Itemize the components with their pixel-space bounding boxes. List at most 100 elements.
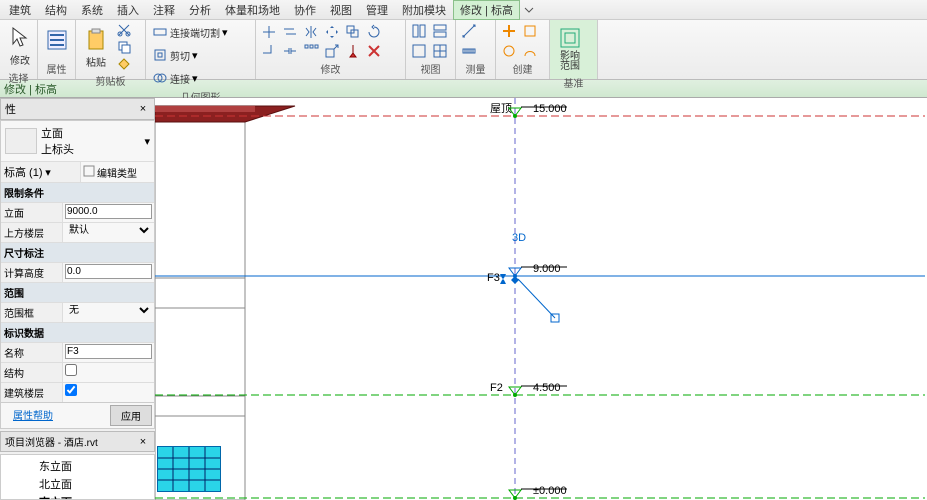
type-selector[interactable]: 立面 上标头	[41, 125, 140, 157]
prop-key: 上方楼层	[1, 223, 63, 242]
svg-text:屋顶: 屋顶	[490, 102, 512, 115]
close-icon[interactable]: ×	[136, 435, 150, 449]
rotate-button[interactable]	[365, 24, 383, 40]
svg-text:4.500: 4.500	[533, 382, 561, 394]
properties-panel-title: 性	[5, 101, 16, 117]
prop-value-checkbox[interactable]	[65, 384, 77, 396]
context-tab-label: 修改 | 标高	[4, 81, 57, 97]
dropdown-icon[interactable]: ▾	[45, 167, 51, 179]
group-measure-label: 测量	[460, 60, 491, 77]
prop-value-input[interactable]	[65, 264, 152, 279]
modify-tool-button[interactable]: 修改	[4, 22, 36, 69]
prop-category: 尺寸标注	[1, 243, 154, 262]
browser-panel-header[interactable]: 项目浏览器 - 酒店.rvt ×	[0, 431, 155, 452]
create-btn-3[interactable]	[500, 43, 518, 59]
prop-category: 限制条件	[1, 183, 154, 202]
properties-button[interactable]	[42, 25, 74, 57]
project-browser: 东立面 北立面 南立面 西立面⊞ 图例⊞ 明细表/数量⊟ 图纸 (全部)⊞ 00…	[0, 454, 155, 500]
group-props-label: 属性	[42, 60, 71, 77]
properties-icon	[44, 27, 72, 55]
scale-button[interactable]	[323, 43, 341, 59]
cut-geom-button[interactable]: 剪切▾	[150, 45, 200, 65]
dropdown-icon[interactable]: ▾	[144, 135, 150, 148]
group-create-label: 创建	[500, 60, 545, 77]
offset-button[interactable]	[281, 24, 299, 40]
menu-view[interactable]: 视图	[323, 0, 359, 20]
cursor-icon	[6, 24, 34, 52]
prop-category: 范围	[1, 283, 154, 302]
mirror-button[interactable]	[302, 24, 320, 40]
close-icon[interactable]: ×	[136, 102, 150, 116]
view-btn-3[interactable]	[410, 43, 428, 59]
trim-button[interactable]	[260, 43, 278, 59]
view-btn-2[interactable]	[431, 23, 449, 39]
menu-analyze[interactable]: 分析	[182, 0, 218, 20]
menu-annotate[interactable]: 注释	[146, 0, 182, 20]
dropdown-icon: ▾	[192, 72, 198, 85]
scope-button[interactable]: 影响 范围	[554, 22, 586, 74]
tree-node[interactable]: 南立面	[1, 493, 154, 500]
tree-node[interactable]: 东立面	[1, 457, 154, 475]
browser-panel-title: 项目浏览器 - 酒店.rvt	[5, 434, 98, 449]
create-btn-4[interactable]	[521, 43, 539, 59]
prop-value-select[interactable]: 默认	[65, 224, 152, 237]
menu-systems[interactable]: 系统	[74, 0, 110, 20]
menu-architecture[interactable]: 建筑	[2, 0, 38, 20]
apply-button[interactable]: 应用	[110, 405, 152, 426]
match-button[interactable]	[115, 56, 133, 72]
svg-text:F3: F3	[487, 272, 500, 284]
menu-addins[interactable]: 附加模块	[395, 0, 453, 20]
prop-value-input[interactable]	[65, 204, 152, 219]
prop-value-select[interactable]: 无	[65, 304, 152, 317]
prop-key: 立面	[1, 203, 63, 222]
split-button[interactable]	[281, 43, 299, 59]
edit-type-icon	[83, 165, 95, 180]
menu-massing[interactable]: 体量和场地	[218, 0, 287, 20]
join-end-cut-button[interactable]: 连接端切割▾	[150, 22, 230, 42]
menu-insert[interactable]: 插入	[110, 0, 146, 20]
measure-btn-1[interactable]	[460, 23, 478, 39]
menu-modify-level[interactable]: 修改 | 标高	[453, 0, 520, 20]
drawing-canvas[interactable]: 屋顶15.0009.000F24.500±0.000 3D F3	[155, 98, 927, 500]
properties-panel: 立面 上标头 ▾ 标高 (1) ▾ 编辑类型 限制条件立面上方楼层默认尺寸标注计…	[0, 120, 155, 429]
tree-node[interactable]: 北立面	[1, 475, 154, 493]
join-geom-icon	[152, 70, 168, 86]
pin-button[interactable]	[344, 43, 362, 59]
scope-icon	[556, 24, 584, 52]
edit-type-button[interactable]: 编辑类型	[97, 165, 137, 180]
array-button[interactable]	[302, 43, 320, 59]
menu-structure[interactable]: 结构	[38, 0, 74, 20]
group-modify-label: 修改	[260, 60, 401, 77]
copy-elem-button[interactable]	[344, 24, 362, 40]
properties-help-button[interactable]: 属性帮助	[3, 405, 63, 426]
view-btn-4[interactable]	[431, 43, 449, 59]
create-btn-2[interactable]	[521, 23, 539, 39]
prop-key: 结构	[1, 363, 63, 382]
paste-button[interactable]: 粘贴	[80, 24, 112, 71]
group-datum-label: 基准	[554, 74, 593, 91]
paste-icon	[82, 26, 110, 54]
prop-key: 建筑楼层	[1, 383, 63, 402]
join-geom-button[interactable]: 连接▾	[150, 68, 200, 88]
view-btn-1[interactable]	[410, 23, 428, 39]
svg-text:F2: F2	[490, 382, 503, 394]
prop-value-checkbox[interactable]	[65, 364, 77, 376]
menu-collaborate[interactable]: 协作	[287, 0, 323, 20]
align-button[interactable]	[260, 24, 278, 40]
cut-button[interactable]	[115, 22, 133, 38]
prop-key: 名称	[1, 343, 63, 362]
drag-grip-icon	[500, 274, 506, 284]
cut-geom-icon	[152, 47, 168, 63]
prop-key: 计算高度	[1, 263, 63, 282]
elevation-view: 屋顶15.0009.000F24.500±0.000 3D F3	[155, 98, 927, 500]
delete-button[interactable]	[365, 43, 383, 59]
properties-panel-header[interactable]: 性 ×	[0, 98, 155, 120]
svg-text:9.000: 9.000	[533, 263, 561, 275]
prop-value-input[interactable]	[65, 344, 152, 359]
menu-manage[interactable]: 管理	[359, 0, 395, 20]
measure-btn-2[interactable]	[460, 43, 478, 59]
copy-button[interactable]	[115, 39, 133, 55]
move-button[interactable]	[323, 24, 341, 40]
create-btn-1[interactable]	[500, 23, 518, 39]
ribbon-expand-icon[interactable]	[520, 2, 538, 18]
